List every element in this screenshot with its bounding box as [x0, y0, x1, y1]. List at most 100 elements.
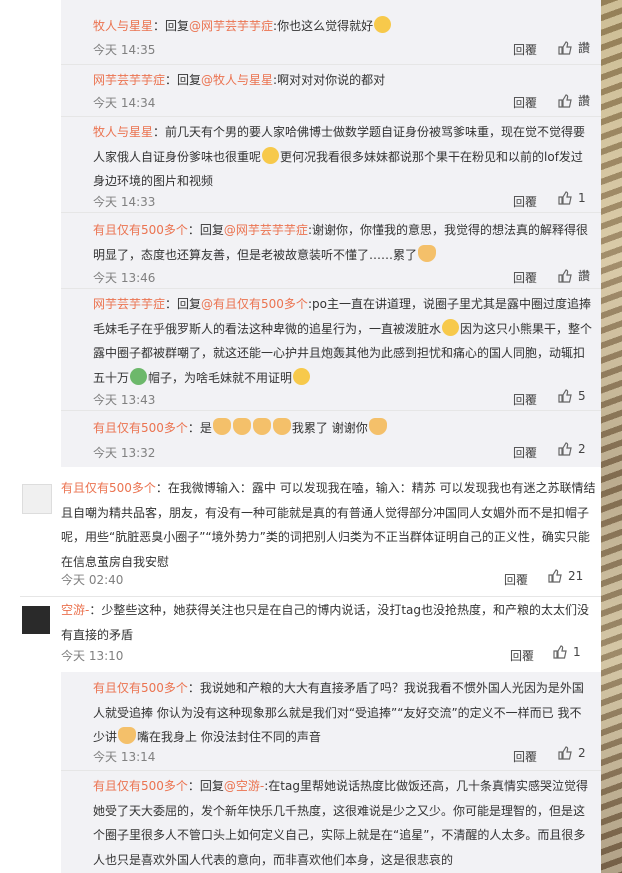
like-button[interactable]: 2	[558, 442, 586, 456]
thumbs-up-icon	[548, 569, 562, 583]
reply-time: 今天 13:14	[93, 750, 156, 764]
reply-text: ：回复	[165, 297, 202, 311]
like-button[interactable]: 1	[558, 191, 586, 205]
reply-item: 有且仅有500多个：是 我累了 谢谢你 今天 13:32 回覆 2	[61, 410, 601, 467]
like-count: 2	[578, 746, 586, 760]
like-label: 讚	[578, 269, 591, 283]
like-button[interactable]: 讚	[558, 92, 590, 109]
mention-link[interactable]: @网芋芸芋芋症	[224, 223, 308, 237]
reply-text: ：回复	[187, 223, 224, 237]
reply-text: :你也这么觉得就好	[273, 19, 374, 33]
reply-username[interactable]: 有且仅有500多个	[93, 223, 188, 237]
thumbs-up-icon	[553, 645, 567, 659]
reply-username[interactable]: 牧人与星星	[93, 125, 153, 139]
reply-username[interactable]: 有且仅有500多个	[93, 681, 188, 695]
reply-username[interactable]: 有且仅有500多个	[93, 421, 188, 435]
emoji-hands-icon	[118, 727, 137, 744]
reply-text: 因为这只小熊果干，	[460, 321, 569, 336]
reply-item: 有且仅有500多个：我说她和产粮的大大有直接矛盾了吗？我说我看不惯外国人光因为是…	[61, 672, 601, 770]
like-label: 讚	[578, 41, 591, 55]
emoji-smile-icon	[262, 146, 280, 164]
reply-text: 毛妹毛子在乎俄罗斯人的看法这种卑微的追星行为，一直被泼脏水	[93, 321, 442, 336]
reply-item: 牧人与星星：前几天有个男的要人家哈佛博士做数学题自证身份被骂爹味重，现在觉不觉得…	[61, 116, 601, 212]
emoji-frog-icon	[130, 367, 148, 385]
reply-text: ：是	[187, 421, 212, 435]
reply-text: 明显了，态度也还算友善，但是老被故意装听不懂了……累了	[93, 247, 418, 262]
comment-item: 空游-：少整些这种，她获得关注也只是在自己的博内说话，没打tag也没抢热度，和产…	[29, 596, 601, 670]
reply-username[interactable]: 有且仅有500多个	[93, 779, 188, 793]
reply-username[interactable]: 网芋芸芋芋症	[93, 73, 165, 87]
reply-text: :po主一直在讲道理，说圈子里尤其是露中圈过度追捧	[307, 297, 591, 311]
emoji-cry-icon	[293, 367, 311, 385]
reply-button[interactable]: 回覆	[513, 269, 537, 286]
like-button[interactable]: 21	[548, 569, 583, 583]
mention-link[interactable]: @空游-	[224, 779, 264, 793]
like-label: 讚	[578, 94, 591, 108]
emoji-hands-icon	[232, 418, 251, 435]
thumbs-up-icon	[558, 191, 572, 205]
emoji-face-icon	[374, 16, 392, 33]
emoji-hands-icon	[418, 244, 437, 262]
reply-text: 人也只是喜欢外国人代表的意向，而非喜欢他们本身，这是很悲哀的	[93, 852, 454, 867]
like-button[interactable]: 讚	[558, 267, 590, 284]
mention-link[interactable]: @牧人与星星	[201, 73, 273, 87]
reply-text: ：回复	[165, 73, 202, 87]
like-count: 5	[578, 389, 586, 403]
reply-text: ：回复	[153, 19, 190, 33]
thumbs-up-icon	[558, 746, 572, 760]
reply-thread-2: 有且仅有500多个：我说她和产粮的大大有直接矛盾了吗？我说我看不惯外国人光因为是…	[61, 672, 601, 873]
comment-text: ：在我微博输入：露中 可以发现我在嗑，输入：精苏 可以发现我也有迷之苏联情	[155, 481, 584, 495]
reply-username[interactable]: 牧人与星星	[93, 19, 153, 33]
thumbs-up-icon	[558, 442, 572, 456]
reply-text: :啊对对对你说的都对	[273, 73, 386, 87]
like-button[interactable]: 1	[553, 645, 581, 659]
comment-time: 今天 13:10	[61, 649, 124, 663]
comment-time: 今天 02:40	[61, 573, 124, 587]
reply-text: ：我说她和产粮的大大有直接矛盾了吗？我说我看不惯外国人光因为是外国	[187, 681, 584, 695]
reply-time: 今天 13:43	[93, 393, 156, 407]
like-button[interactable]: 2	[558, 746, 586, 760]
mention-link[interactable]: @网芋芸芋芋症	[189, 19, 273, 33]
page-left-margin	[0, 0, 20, 873]
reply-text: 嘴在我身上 你没法封住不同的声音	[137, 730, 321, 744]
emoji-frown-icon	[442, 318, 460, 336]
reply-item: 网芋芸芋芋症：回复@有且仅有500多个:po主一直在讲道理，说圈子里尤其是露中圈…	[61, 288, 601, 410]
mention-link[interactable]: @有且仅有500多个	[201, 297, 308, 311]
reply-button[interactable]: 回覆	[513, 748, 537, 765]
like-count: 2	[578, 442, 586, 456]
reply-text: ：前几天有个男的要人家哈佛博士做数学题自证身份被骂爹味重，现在觉不觉得要	[153, 125, 586, 139]
thumbs-up-icon	[558, 40, 572, 55]
reply-item: 有且仅有500多个：回复@空游-:在tag里帮她说话热度比做饭还高，几十条真情实…	[61, 770, 601, 873]
reply-button[interactable]: 回覆	[513, 193, 537, 210]
reply-time: 今天 13:32	[93, 446, 156, 460]
comment-item: 有且仅有500多个：在我微博输入：露中 可以发现我在嗑，输入：精苏 可以发现我也…	[29, 472, 601, 594]
reply-button[interactable]: 回覆	[513, 94, 537, 111]
reply-item: 牧人与星星：回复@网芋芸芋芋症:你也这么觉得就好 今天 14:35 回覆 讚	[61, 8, 601, 64]
comments-panel: 牧人与星星：回复@网芋芸芋芋症:你也这么觉得就好 今天 14:35 回覆 讚 网…	[20, 0, 601, 873]
reply-text: :谢谢你，你懂我的意思，我觉得的想法真的解释得很	[307, 223, 588, 237]
reply-button[interactable]: 回覆	[510, 647, 534, 664]
thumbs-up-icon	[558, 93, 572, 108]
reply-button[interactable]: 回覆	[513, 391, 537, 408]
reply-text: 我累了 谢谢你	[291, 421, 368, 435]
comment-username[interactable]: 有且仅有500多个	[61, 481, 156, 495]
like-button[interactable]: 5	[558, 389, 586, 403]
reply-button[interactable]: 回覆	[513, 444, 537, 461]
reply-item: 有且仅有500多个：回复@网芋芸芋芋症:谢谢你，你懂我的意思，我觉得的想法真的解…	[61, 212, 601, 288]
emoji-hands-icon	[368, 418, 387, 435]
reply-text: 人家俄人自证身份爹味也很重呢	[93, 149, 262, 164]
like-count: 21	[568, 569, 584, 583]
emoji-hands-icon	[212, 418, 231, 435]
reply-button[interactable]: 回覆	[513, 41, 537, 58]
reply-thread-1: 牧人与星星：回复@网芋芸芋芋症:你也这么觉得就好 今天 14:35 回覆 讚 网…	[61, 0, 601, 467]
reply-text: 帽子，为啥毛妹就不用证明	[148, 370, 293, 385]
comment-username[interactable]: 空游-	[61, 603, 89, 617]
reply-button[interactable]: 回覆	[504, 571, 528, 588]
reply-text: 个圈子里很多人不管口头上如何定义自己，实际上就是在“追星”，不清醒的人太多。而且…	[93, 828, 586, 842]
reply-text: 她受了天大委屈的，发个新年快乐几千热度，这很难说是少之又少。你可能是理智的，但是…	[93, 803, 586, 818]
like-count: 1	[578, 191, 586, 205]
like-button[interactable]: 讚	[558, 39, 590, 56]
reply-text: 讲	[105, 730, 118, 744]
reply-username[interactable]: 网芋芸芋芋症	[93, 297, 165, 311]
reply-text: :在tag里帮她说话热度比做饭还高，几十条真情实感哭泣觉得	[264, 779, 588, 793]
